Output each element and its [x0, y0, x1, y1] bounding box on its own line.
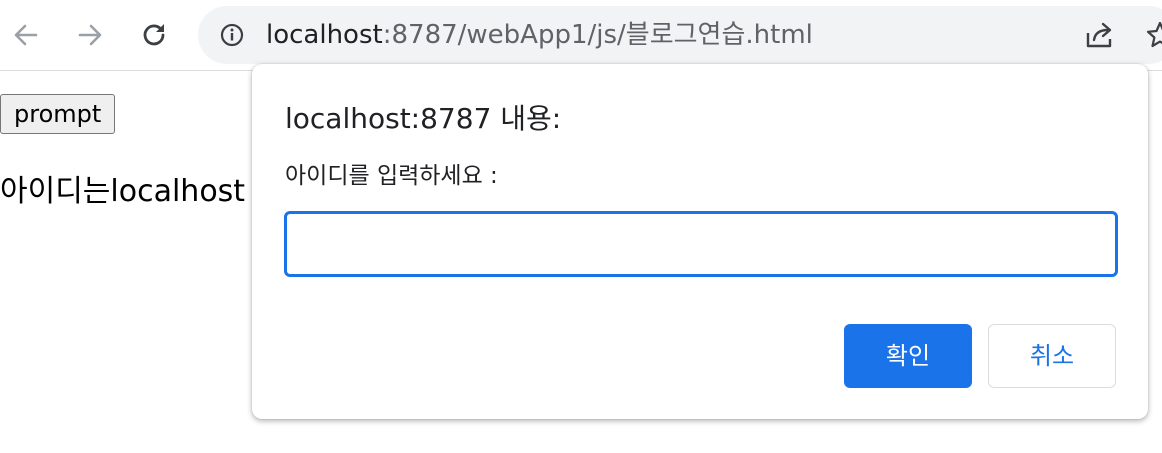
reload-button[interactable]: [134, 15, 174, 55]
prompt-button[interactable]: prompt: [0, 94, 116, 134]
forward-button[interactable]: [70, 15, 110, 55]
dialog-message: 아이디를 입력하세요 :: [285, 163, 498, 189]
ok-button[interactable]: 확인: [844, 324, 972, 388]
url-host: localhost: [266, 20, 383, 50]
prompt-input[interactable]: [284, 211, 1118, 277]
share-icon[interactable]: [1084, 21, 1116, 49]
prompt-dialog: localhost:8787 내용: 아이디를 입력하세요 : 확인 취소: [252, 64, 1148, 419]
reload-icon: [143, 24, 165, 46]
url-text[interactable]: localhost:8787/webApp1/js/블로그연습.html: [266, 19, 813, 51]
dialog-title: localhost:8787 내용:: [285, 102, 562, 135]
url-path: :8787/webApp1/js/블로그연습.html: [382, 20, 813, 50]
result-text: 아이디는localhost: [0, 174, 246, 209]
star-icon[interactable]: [1146, 21, 1162, 49]
arrow-left-icon: [14, 24, 38, 46]
cancel-button[interactable]: 취소: [988, 324, 1116, 388]
arrow-right-icon: [78, 24, 102, 46]
address-bar[interactable]: localhost:8787/webApp1/js/블로그연습.html: [198, 6, 1162, 64]
browser-toolbar: localhost:8787/webApp1/js/블로그연습.html: [0, 0, 1162, 71]
info-icon[interactable]: [220, 23, 244, 47]
back-button[interactable]: [6, 15, 46, 55]
